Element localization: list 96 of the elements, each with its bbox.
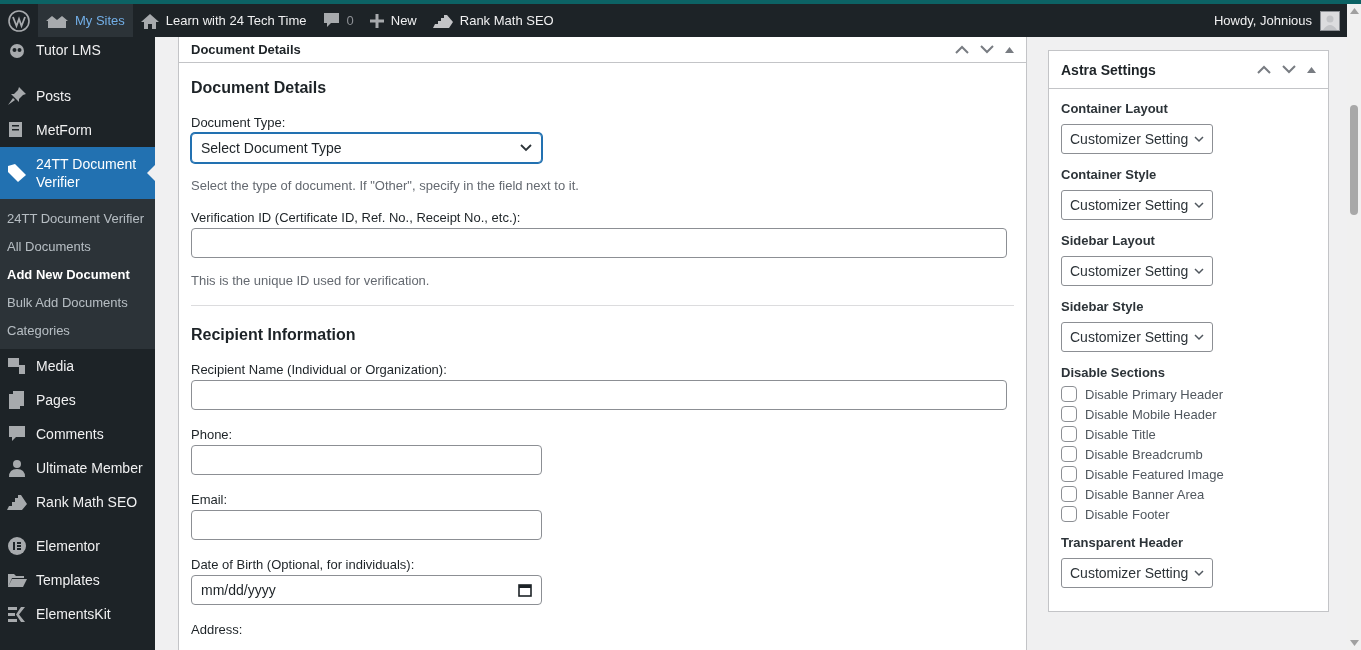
setting-label: Sidebar Style bbox=[1061, 299, 1145, 314]
checkbox-label: Disable Banner Area bbox=[1085, 486, 1205, 502]
speech-bubble-icon bbox=[322, 12, 340, 29]
tag-icon bbox=[7, 163, 27, 183]
chevron-down-icon bbox=[1194, 333, 1204, 341]
home-icon bbox=[140, 12, 159, 29]
setting-select[interactable]: Customizer Setting bbox=[1061, 256, 1213, 286]
checkbox-label: Disable Mobile Header bbox=[1085, 406, 1217, 422]
current-page-pointer bbox=[147, 165, 155, 181]
setting-select[interactable]: Customizer Setting bbox=[1061, 190, 1213, 220]
move-up-icon[interactable] bbox=[1257, 65, 1271, 74]
input-field[interactable] bbox=[191, 510, 542, 540]
checkbox[interactable] bbox=[1061, 466, 1077, 482]
checkbox-label: Disable Featured Image bbox=[1085, 466, 1224, 482]
collapse-icon[interactable] bbox=[1307, 66, 1316, 73]
move-down-icon[interactable] bbox=[980, 45, 994, 54]
submenu-item[interactable]: Bulk Add Documents bbox=[0, 289, 155, 317]
field-label: Phone: bbox=[191, 427, 234, 442]
checkbox[interactable] bbox=[1061, 406, 1077, 422]
checkbox[interactable] bbox=[1061, 446, 1077, 462]
field-label: Email: bbox=[191, 492, 229, 507]
submenu-item[interactable]: All Documents bbox=[0, 233, 155, 261]
field-label: Address: bbox=[191, 622, 244, 637]
input-field[interactable] bbox=[191, 445, 542, 475]
media-icon bbox=[7, 356, 27, 376]
plus-icon bbox=[369, 13, 384, 28]
comments-count[interactable]: 0 bbox=[314, 4, 362, 37]
checkbox[interactable] bbox=[1061, 506, 1077, 522]
bar-chart-icon bbox=[432, 13, 453, 28]
setting-label: Container Style bbox=[1061, 167, 1158, 182]
field-label: Date of Birth (Optional, for individuals): bbox=[191, 557, 416, 572]
field-label: Document Type: bbox=[191, 115, 287, 130]
setting-select[interactable]: Customizer Setting bbox=[1061, 322, 1213, 352]
menu-item[interactable]: Templates bbox=[0, 563, 155, 597]
checkbox[interactable] bbox=[1061, 486, 1077, 502]
field-label: Recipient Name (Individual or Organization): bbox=[191, 362, 448, 377]
bar-chart-icon bbox=[7, 492, 27, 512]
move-down-icon[interactable] bbox=[1282, 65, 1296, 74]
scroll-down-icon[interactable] bbox=[1349, 640, 1359, 646]
setting-label: Disable Sections bbox=[1061, 365, 1167, 380]
menu-item[interactable]: Ultimate Member bbox=[0, 451, 155, 485]
calendar-icon[interactable] bbox=[518, 583, 532, 597]
setting-label: Transparent Header bbox=[1061, 535, 1185, 550]
document-type-select[interactable]: Select Document Type bbox=[191, 133, 542, 163]
admin-bar-link[interactable]: Rank Math SEO bbox=[424, 4, 562, 37]
checkbox[interactable] bbox=[1061, 426, 1077, 442]
scroll-up-icon[interactable] bbox=[1349, 8, 1359, 14]
field-label: Verification ID (Certificate ID, Ref. No., Receipt No., etc.): bbox=[191, 210, 522, 225]
menu-item[interactable]: 24TT Document Verifier bbox=[0, 147, 155, 199]
setting-label: Container Layout bbox=[1061, 101, 1169, 116]
pages-icon bbox=[7, 390, 27, 410]
menu-item[interactable]: ElementsKit bbox=[0, 597, 155, 631]
checkbox-label: Disable Footer bbox=[1085, 506, 1170, 522]
checkbox-label: Disable Primary Header bbox=[1085, 386, 1223, 402]
elementskit-icon bbox=[7, 604, 27, 624]
section-heading: Recipient Information bbox=[191, 326, 357, 344]
setting-select[interactable]: Customizer Setting bbox=[1061, 124, 1213, 154]
menu-item[interactable]: MetForm bbox=[0, 113, 155, 147]
submenu-item[interactable]: 24TT Document Verifier bbox=[0, 205, 155, 233]
pushpin-icon bbox=[7, 86, 27, 106]
person-icon bbox=[7, 458, 27, 478]
menu-item[interactable]: Elementor bbox=[0, 529, 155, 563]
checkbox-label: Disable Breadcrumb bbox=[1085, 446, 1203, 462]
collapse-icon[interactable] bbox=[1005, 46, 1014, 53]
submenu-item[interactable]: Categories bbox=[0, 317, 155, 345]
input-field[interactable] bbox=[191, 228, 1007, 258]
move-up-icon[interactable] bbox=[955, 45, 969, 54]
setting-label: Sidebar Layout bbox=[1061, 233, 1156, 248]
help-text: This is the unique ID used for verification. bbox=[191, 273, 431, 288]
date-field[interactable]: mm/dd/yyyy bbox=[191, 575, 542, 605]
menu-item[interactable]: Comments bbox=[0, 417, 155, 451]
menu-item[interactable]: Media bbox=[0, 349, 155, 383]
menu-item[interactable]: Pages bbox=[0, 383, 155, 417]
chevron-down-icon bbox=[1194, 201, 1204, 209]
submenu-item[interactable]: Add New Document bbox=[0, 261, 155, 289]
chevron-down-icon bbox=[1194, 267, 1204, 275]
checkbox[interactable] bbox=[1061, 386, 1077, 402]
input-field[interactable] bbox=[191, 380, 1007, 410]
chevron-down-icon bbox=[520, 144, 532, 152]
greeting[interactable]: Howdy, Johnious bbox=[1213, 13, 1312, 28]
panel-title: Astra Settings bbox=[1061, 61, 1157, 78]
setting-select[interactable]: Customizer Setting bbox=[1061, 558, 1213, 588]
scroll-thumb[interactable] bbox=[1350, 105, 1358, 215]
checkbox-label: Disable Title bbox=[1085, 426, 1156, 442]
avatar-icon[interactable] bbox=[1320, 10, 1340, 31]
help-text: Select the type of document. If "Other", specify in the field next to it. bbox=[191, 178, 580, 193]
elementor-icon bbox=[7, 536, 27, 556]
section-heading: Document Details bbox=[191, 79, 328, 97]
admin-bar-link[interactable]: New bbox=[361, 4, 425, 37]
chevron-down-icon bbox=[1194, 569, 1204, 577]
menu-item[interactable]: Posts bbox=[0, 79, 155, 113]
admin-bar-link[interactable]: My Sites bbox=[38, 4, 133, 37]
panel-title: Document Details bbox=[191, 42, 302, 57]
menu-item[interactable]: Rank Math SEO bbox=[0, 485, 155, 519]
speech-bubble-icon bbox=[7, 424, 27, 444]
chevron-down-icon bbox=[1194, 135, 1204, 143]
